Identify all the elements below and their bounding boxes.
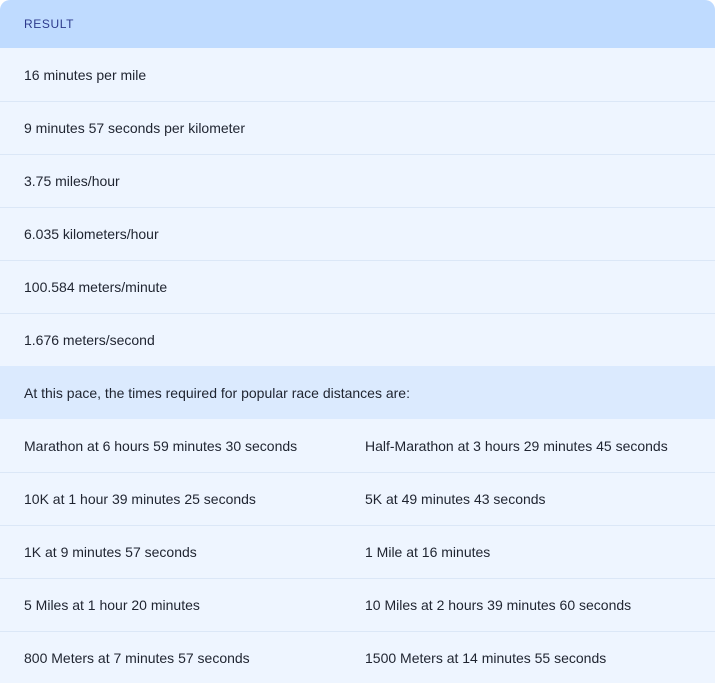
race-time-1k: 1K at 9 minutes 57 seconds (24, 544, 197, 560)
race-time-marathon: Marathon at 6 hours 59 minutes 30 second… (24, 437, 298, 454)
pace-result-row: 100.584 meters/minute (0, 260, 715, 313)
race-times-intro: At this pace, the times required for pop… (24, 384, 410, 401)
result-header: RESULT (0, 0, 715, 48)
race-time-5-miles: 5 Miles at 1 hour 20 minutes (24, 597, 200, 613)
race-time-row: Marathon at 6 hours 59 minutes 30 second… (0, 419, 715, 472)
race-time-5k: 5K at 49 minutes 43 seconds (365, 491, 546, 507)
result-header-label: RESULT (24, 17, 75, 31)
pace-result-row: 16 minutes per mile (0, 48, 715, 101)
result-card: RESULT 16 minutes per mile 9 minutes 57 … (0, 0, 715, 683)
race-time-800-meters: 800 Meters at 7 minutes 57 seconds (24, 650, 250, 666)
pace-per-kilometer: 9 minutes 57 seconds per kilometer (24, 120, 245, 136)
speed-miles-per-hour: 3.75 miles/hour (24, 173, 120, 189)
race-time-row: 10K at 1 hour 39 minutes 25 seconds 5K a… (0, 472, 715, 525)
race-time-half-marathon: Half-Marathon at 3 hours 29 minutes 45 s… (365, 437, 668, 454)
race-time-row: 1K at 9 minutes 57 seconds 1 Mile at 16 … (0, 525, 715, 578)
race-time-1500-meters: 1500 Meters at 14 minutes 55 seconds (365, 650, 607, 666)
race-time-10-miles: 10 Miles at 2 hours 39 minutes 60 second… (365, 597, 632, 613)
race-time-10k: 10K at 1 hour 39 minutes 25 seconds (24, 491, 256, 507)
pace-per-mile: 16 minutes per mile (24, 66, 147, 83)
race-time-row: 800 Meters at 7 minutes 57 seconds 1500 … (0, 631, 715, 683)
speed-meters-per-second: 1.676 meters/second (24, 332, 155, 348)
race-time-1-mile: 1 Mile at 16 minutes (365, 544, 491, 560)
pace-result-row: 3.75 miles/hour (0, 154, 715, 207)
pace-result-row: 6.035 kilometers/hour (0, 207, 715, 260)
pace-result-row: 1.676 meters/second (0, 313, 715, 366)
pace-result-row: 9 minutes 57 seconds per kilometer (0, 101, 715, 154)
speed-kilometers-per-hour: 6.035 kilometers/hour (24, 226, 159, 242)
race-times-intro-row: At this pace, the times required for pop… (0, 366, 715, 419)
race-time-row: 5 Miles at 1 hour 20 minutes 10 Miles at… (0, 578, 715, 631)
speed-meters-per-minute: 100.584 meters/minute (24, 279, 168, 295)
